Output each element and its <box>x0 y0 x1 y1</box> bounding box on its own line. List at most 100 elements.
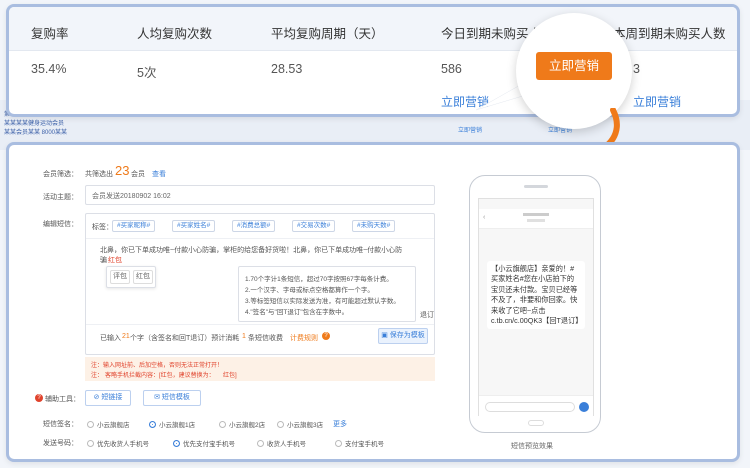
phone-statusbar <box>479 199 593 209</box>
count-suffix: 条短信收费 <box>248 335 283 342</box>
member-filter-prefix: 共筛选出 <box>85 171 113 178</box>
tag-buyer-name[interactable]: #买家姓名# <box>172 220 216 232</box>
signature-option-selected[interactable]: 小云旗舰1店 <box>149 419 195 429</box>
signature-option[interactable]: 小云旗舰3店 <box>277 419 323 429</box>
tip-line: 3.等标签短信以实际发送为准，有可能超过默认字数。 <box>245 298 400 305</box>
billing-rule-link[interactable]: 计费规则 <box>290 333 318 343</box>
tags-label: 标签： <box>92 224 113 231</box>
signature-option-label: 小云旗舰3店 <box>287 422 324 429</box>
short-link-button[interactable]: ⊘ 短链接 <box>85 390 131 406</box>
send-option-label: 支付宝手机号 <box>345 441 384 448</box>
phone-navbar: ‹ <box>479 209 593 229</box>
send-option-label: 优先支付宝手机号 <box>183 441 235 448</box>
topic-value: 会员发送20180902 16:02 <box>92 193 171 200</box>
help-icon[interactable]: ? <box>322 332 330 340</box>
count-mid: 个字（含签名和回T退订）预计消耗 <box>130 335 240 342</box>
send-option[interactable]: 支付宝手机号 <box>335 438 384 448</box>
unsubscribe-suffix: 退订 <box>420 312 434 319</box>
topic-label: 活动主题： <box>43 194 78 201</box>
stat-header: 复购率 <box>31 27 69 41</box>
member-count: 23 <box>115 163 130 178</box>
tag-days-unpurchased[interactable]: #未购天数# <box>352 220 396 232</box>
phone-speaker <box>524 185 548 188</box>
stat-header: 本周到期未购买人数 <box>613 27 726 41</box>
stat-header: 人均复购次数 <box>137 27 213 41</box>
count-msgs: 1 <box>242 333 246 340</box>
back-icon: ‹ <box>483 214 486 221</box>
snippet-item[interactable]: 红包 <box>133 270 153 284</box>
view-members-link[interactable]: 查看 <box>152 169 166 179</box>
send-option-label: 收货人手机号 <box>267 441 306 448</box>
signature-option-label: 小云旗舰店 <box>97 422 130 429</box>
tag-trade-count[interactable]: #交易次数# <box>292 220 336 232</box>
send-number-label: 发送号码： <box>43 440 78 447</box>
send-option-label: 优先收货人手机号 <box>97 441 149 448</box>
member-filter-suffix: 会员 <box>131 171 145 178</box>
sms-template-label: 短信模板 <box>161 394 190 401</box>
send-icon <box>579 402 589 412</box>
market-now-link[interactable]: 立即营销 <box>633 93 681 110</box>
count-chars: 21 <box>122 333 130 340</box>
bg-cell: 某某会员某某 8000某某 <box>4 130 68 136</box>
save-template-label: 保存为模板 <box>389 332 425 339</box>
signature-option[interactable]: 小云旗舰2店 <box>219 419 265 429</box>
template-icon: ✉ <box>154 394 162 401</box>
sms-text-line1: 北鼻，你已下单成功唯~付款小心防骗，掌柜的给您备好货啦！北鼻，你已下单成功唯~付… <box>100 247 403 254</box>
tip-line: 2.一个汉字、字母或标点空格都算作一个字。 <box>245 287 374 294</box>
signature-label: 短信签名： <box>43 421 78 428</box>
divider <box>86 324 434 325</box>
contact-name-placeholder <box>523 213 549 216</box>
count-prefix: 已输入 <box>100 335 121 342</box>
warning-box: 注：输入网址前、后加空格，否则无法正常打开！ 注： 客略手机拦截内容：[红包，建… <box>85 357 435 381</box>
phone-input-bar <box>479 395 593 417</box>
more-signatures-link[interactable]: 更多 <box>333 419 347 429</box>
bg-cell: 某某某某健身运动会员 <box>4 121 65 127</box>
sms-text-line2: 骗 <box>100 257 107 264</box>
save-template-button[interactable]: ▣ 保存为模板 <box>378 328 428 344</box>
snippet-popup: 评包 红包 <box>106 266 156 288</box>
tip-line: 1.70个字计1条短信，超过70字按照67字每条计费。 <box>245 276 393 283</box>
home-button <box>528 420 544 426</box>
tag-buyer-nickname[interactable]: #买家昵称# <box>112 220 156 232</box>
sms-editor[interactable]: 标签： #买家昵称# #买家姓名# #消费总额# #交易次数# #未购天数# 北… <box>85 213 435 355</box>
warning-line2-prefix: 注： <box>91 373 104 379</box>
phone-input <box>485 402 575 412</box>
warning-line2-red: 红包] <box>223 373 237 379</box>
send-option[interactable]: 优先收货人手机号 <box>87 438 149 448</box>
stat-value: 35.4% <box>31 62 67 76</box>
bg-cell: 立即营销 <box>548 128 573 134</box>
sms-tips-box: 1.70个字计1条短信，超过70字按照67字每条计费。 2.一个汉字、字母或标点… <box>238 266 416 322</box>
send-option[interactable]: 收货人手机号 <box>257 438 306 448</box>
contact-number-placeholder <box>527 219 545 222</box>
send-option-selected[interactable]: 优先支付宝手机号 <box>173 438 235 448</box>
warning-line2: 客略手机拦截内容：[红包，建议替换为： <box>105 373 215 379</box>
help-icon[interactable]: ? <box>35 394 43 402</box>
topic-input[interactable]: 会员发送20180902 16:02 <box>85 185 435 205</box>
signature-option[interactable]: 小云旗舰店 <box>87 419 130 429</box>
phone-caption: 短信预览效果 <box>511 443 553 450</box>
tip-line: 4."签名"与"回T退订"包含在字数中。 <box>245 309 349 316</box>
snippet-item[interactable]: 评包 <box>110 270 130 284</box>
stat-value: 5次 <box>137 66 157 80</box>
sms-edit-label: 编辑短信： <box>43 221 78 228</box>
signature-option-label: 小云旗舰1店 <box>159 422 196 429</box>
tag-total-spend[interactable]: #消费总额# <box>232 220 276 232</box>
phone-preview: ‹ 【小云旗舰店】亲爱的！#买家姓名#您在小店拍下的宝贝还未付款。宝贝已经等不及… <box>469 175 601 433</box>
stat-value: 28.53 <box>271 62 303 76</box>
market-now-button[interactable]: 立即营销 <box>536 52 612 80</box>
member-filter-label: 会员筛选： <box>43 171 78 178</box>
stat-value: 586 <box>441 62 462 76</box>
sms-preview-bubble: 【小云旗舰店】亲爱的！#买家姓名#您在小店拍下的宝贝还未付款。宝贝已经等不及了，… <box>487 261 585 330</box>
short-link-label: 短链接 <box>101 394 123 401</box>
aux-tools-label: 辅助工具： <box>45 396 80 403</box>
save-icon: ▣ <box>381 332 390 339</box>
signature-option-label: 小云旗舰2店 <box>229 422 266 429</box>
stat-header: 平均复购周期（天） <box>271 27 384 41</box>
sms-text-red: 红包 <box>108 257 122 264</box>
stat-value: 3 <box>633 62 640 76</box>
sms-template-button[interactable]: ✉ 短信模板 <box>143 390 201 406</box>
divider <box>86 238 434 239</box>
bg-cell: 立即营销 <box>458 128 483 134</box>
warning-line1: 注：输入网址前、后加空格，否则无法正常打开！ <box>91 363 224 369</box>
phone-screen: ‹ 【小云旗舰店】亲爱的！#买家姓名#您在小店拍下的宝贝还未付款。宝贝已经等不及… <box>478 198 594 417</box>
